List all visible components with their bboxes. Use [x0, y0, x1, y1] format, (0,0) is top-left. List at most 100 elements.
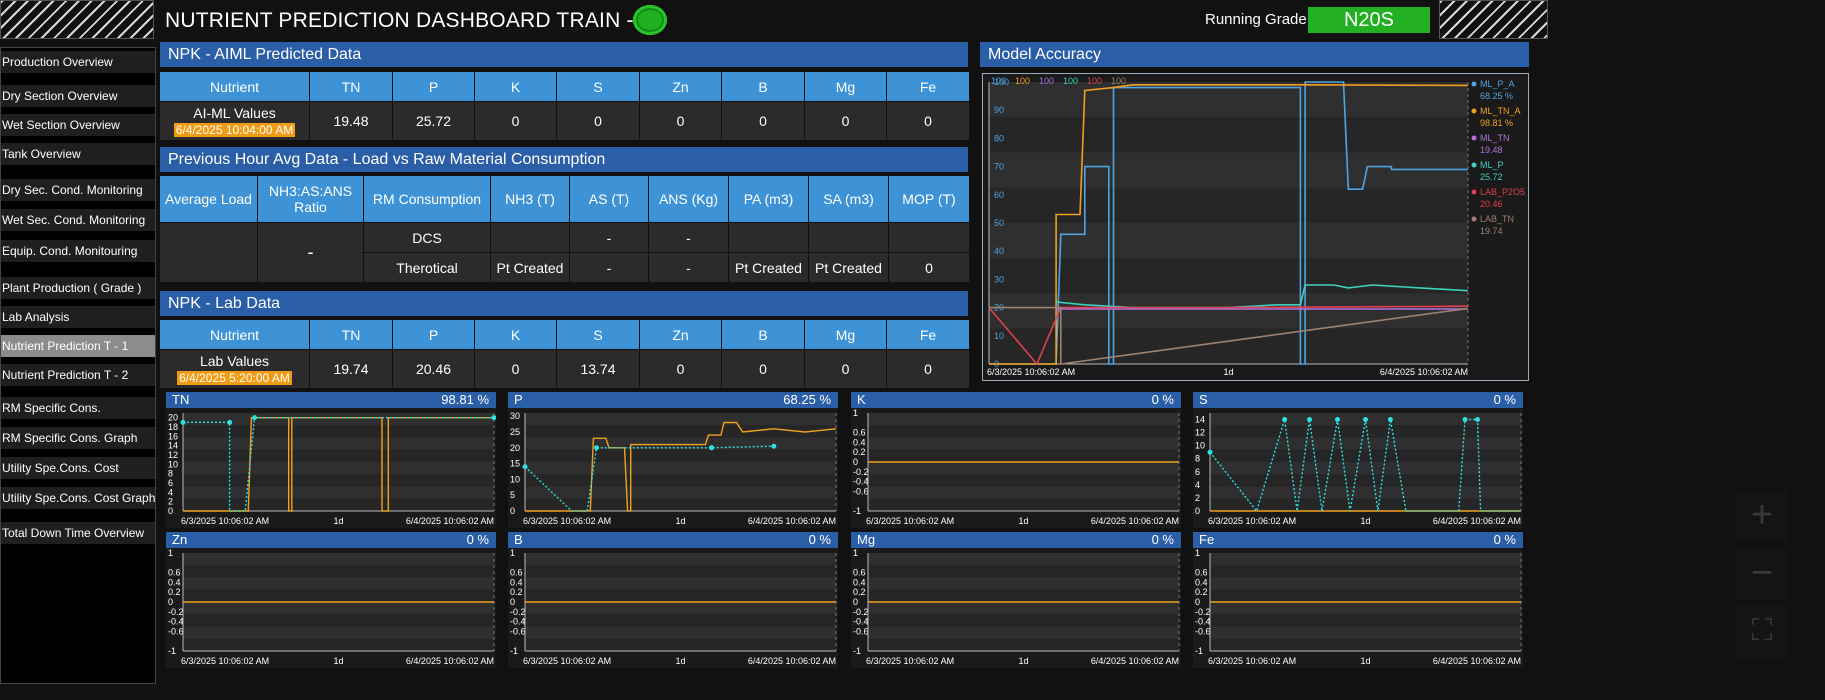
grid-band — [525, 413, 836, 426]
sidebar-item-nutrient-prediction-t2[interactable]: Nutrient Prediction T - 2 — [1, 364, 155, 386]
y-tick-label: -0.2 — [510, 607, 526, 617]
sidebar-item-production-overview[interactable]: Production Overview — [1, 51, 155, 73]
y-tick-label: 8 — [168, 469, 173, 479]
y-tick-label: 0 — [853, 457, 858, 467]
y-tick-label: 0.6 — [168, 568, 181, 578]
y-tick-label: 1 — [1195, 548, 1200, 558]
fit-screen-icon[interactable]: ⛶ — [1736, 606, 1788, 658]
chart-zn-header: Zn 0 % — [166, 532, 496, 548]
grid-band — [525, 626, 836, 639]
chart-b-svg: -1 -0.6-0.4-0.200.20.40.6 1 6/3/2025 10:06:… — [510, 548, 837, 666]
data-point-marker — [1387, 417, 1393, 423]
zoom-out-icon[interactable]: − — [1736, 548, 1788, 600]
sidebar-item-tank-overview[interactable]: Tank Overview — [1, 143, 155, 165]
sidebar-item-nutrient-prediction-t1[interactable]: Nutrient Prediction T - 1 — [1, 335, 155, 357]
sidebar-item-utility-spe-cons-cost-graph[interactable]: Utility Spe.Cons. Cost Graph — [1, 487, 155, 509]
col-header-ans: ANS (Kg) — [648, 175, 729, 223]
sidebar-item-equip-cond-monitoring[interactable]: Equip. Cond. Monitouring — [1, 240, 155, 262]
chart-p-header: P 68.25 % — [508, 392, 838, 408]
legend-name: ML_P — [1480, 160, 1504, 170]
sidebar-item-dry-section-overview[interactable]: Dry Section Overview — [1, 85, 155, 107]
data-point-marker — [180, 419, 186, 425]
col-header-s: S — [556, 71, 640, 102]
y-tick-label: -0.2 — [168, 607, 184, 617]
data-point-marker — [522, 464, 528, 470]
chart-zn[interactable]: Zn 0 % -1 -0.6 -0.4 -0.2 0 0.2 0.4 0.6 1 6/3/2025 … — [166, 532, 496, 668]
x-label-end: 6/4/2025 10:06:02 AM — [1433, 656, 1521, 666]
dcs-ans: - — [648, 222, 729, 253]
sidebar-item-dry-sec-cond-monitoring[interactable]: Dry Sec. Cond. Monitoring — [1, 179, 155, 201]
chart-b[interactable]: B 0 % -1 -0.6 -0.4 -0.2 0 0.2 0.4 0.6 1 6/3/2025 1… — [508, 532, 838, 668]
chart-p-accuracy: 68.25 % — [783, 392, 831, 407]
y-tick-label: 14 — [1195, 415, 1205, 425]
sidebar-item-utility-spe-cons-cost[interactable]: Utility Spe.Cons. Cost — [1, 457, 155, 479]
y-tick-label: -0.6 — [1195, 626, 1211, 636]
chart-k[interactable]: K 0 % -1 -0.6 -0.4 -0.2 0 0.2 0.4 0.6 1 6/3/2025 1… — [851, 392, 1181, 528]
chart-p[interactable]: P 68.25 % 0 5 10 15 20 25 30 6/3/2025 10:06:02 A… — [508, 392, 838, 528]
y-tick-label: 0 — [853, 597, 858, 607]
grid-band — [525, 486, 836, 499]
zoom-in-icon[interactable]: + — [1736, 490, 1788, 542]
lab-row-label: Lab Values — [199, 353, 269, 369]
chart-mg-title: Mg — [857, 532, 876, 547]
y-tick-label: 10 — [1195, 441, 1205, 451]
chart-tn[interactable]: TN 98.81 % 0 2 4 6 8 10 12 14 16 18 20 6/3/2025 10:0… — [166, 392, 496, 528]
lab-table: Nutrient TN P K S Zn B Mg Fe Lab Values 6… — [159, 319, 970, 389]
col-header-p: P — [392, 71, 475, 102]
grid-band — [183, 626, 494, 639]
x-label-start: 6/3/2025 10:06:02 AM — [987, 367, 1075, 377]
legend-name: LAB_TN — [1480, 214, 1514, 224]
legend-name: ML_P_A — [1480, 79, 1515, 89]
chart-s-header: S 0 % — [1193, 392, 1523, 408]
y-tick-label: 5 — [510, 490, 515, 500]
chart-zn-title: Zn — [172, 532, 188, 547]
legend-name: ML_TN — [1480, 133, 1510, 143]
x-label-mid: 1d — [675, 516, 685, 526]
y-tick-label: 10 — [994, 331, 1004, 341]
theoretical-sa: Pt Created — [808, 252, 889, 283]
grid-band — [1210, 449, 1521, 462]
col-header-mg: Mg — [804, 71, 887, 102]
grid-band — [183, 553, 494, 566]
col-header-fe: Fe — [886, 319, 970, 350]
y-tick-label: 0.2 — [1195, 587, 1208, 597]
y-tick-label: 1 — [510, 548, 515, 558]
y-tick-label: 60 — [994, 190, 1004, 200]
x-label-end: 6/4/2025 10:06:02 AM — [1433, 516, 1521, 526]
chart-mg-accuracy: 0 % — [1151, 532, 1174, 547]
grid-band — [868, 602, 1179, 615]
chart-s[interactable]: S 0 % 0 2 4 6 8 10 12 14 6/3/2025 10:06:02 AM 1d 6/… — [1193, 392, 1523, 528]
sidebar-item-wet-sec-cond-monitoring[interactable]: Wet Sec. Cond. Monitoring — [1, 209, 155, 231]
y-tick-label: 4 — [1195, 480, 1200, 490]
sidebar-item-rm-specific-cons[interactable]: RM Specific Cons. — [1, 397, 155, 419]
grid-band — [1210, 437, 1521, 450]
chart-fe[interactable]: Fe 0 % -1 -0.6 -0.4 -0.2 0 0.2 0.4 0.6 1 6/3/2025 … — [1193, 532, 1523, 668]
y-tick-label: 14 — [168, 441, 178, 451]
theoretical-pa: Pt Created — [728, 252, 809, 283]
sidebar-item-lab-analysis[interactable]: Lab Analysis — [1, 306, 155, 328]
data-point-marker — [594, 445, 600, 451]
aiml-values-row: AI-ML Values 6/4/2025 10:04:00 AM 19.48 2… — [159, 101, 970, 141]
chart-s-svg: 0 2 4 6 8 10 12 14 6/3/2025 10:06:02 AM 1d 6/4/202… — [1195, 413, 1522, 526]
data-point-marker — [771, 443, 777, 449]
sidebar-item-rm-specific-cons-graph[interactable]: RM Specific Cons. Graph — [1, 427, 155, 449]
theoretical-nh3: Pt Created — [490, 252, 570, 283]
grid-band — [525, 565, 836, 578]
aiml-value-mg: 0 — [804, 101, 887, 141]
status-indicator-icon — [633, 5, 667, 35]
col-header-b: B — [721, 71, 805, 102]
x-label-end: 6/4/2025 10:06:02 AM — [406, 656, 494, 666]
x-label-start: 6/3/2025 10:06:02 AM — [866, 656, 954, 666]
model-accuracy-chart[interactable]: 0 10 20 30 40 50 60 70 80 90 100 6/3/2025 10:06:02 … — [982, 73, 1529, 381]
sidebar-item-wet-section-overview[interactable]: Wet Section Overview — [1, 114, 155, 136]
legend-value: 25.72 — [1480, 172, 1503, 182]
running-grade-value: N20S — [1308, 7, 1430, 33]
y-tick-label: 0 — [510, 506, 515, 516]
chart-k-accuracy: 0 % — [1151, 392, 1174, 407]
sidebar-item-plant-production-grade[interactable]: Plant Production ( Grade ) — [1, 277, 155, 299]
chart-mg[interactable]: Mg 0 % -1 -0.6 -0.4 -0.2 0 0.2 0.4 0.6 1 6/3/2025 … — [851, 532, 1181, 668]
theoretical-ans: - — [648, 252, 729, 283]
y-tick-label: -0.6 — [168, 626, 184, 636]
sidebar-item-total-down-time-overview[interactable]: Total Down Time Overview — [1, 522, 155, 544]
x-label-mid: 1d — [333, 656, 343, 666]
